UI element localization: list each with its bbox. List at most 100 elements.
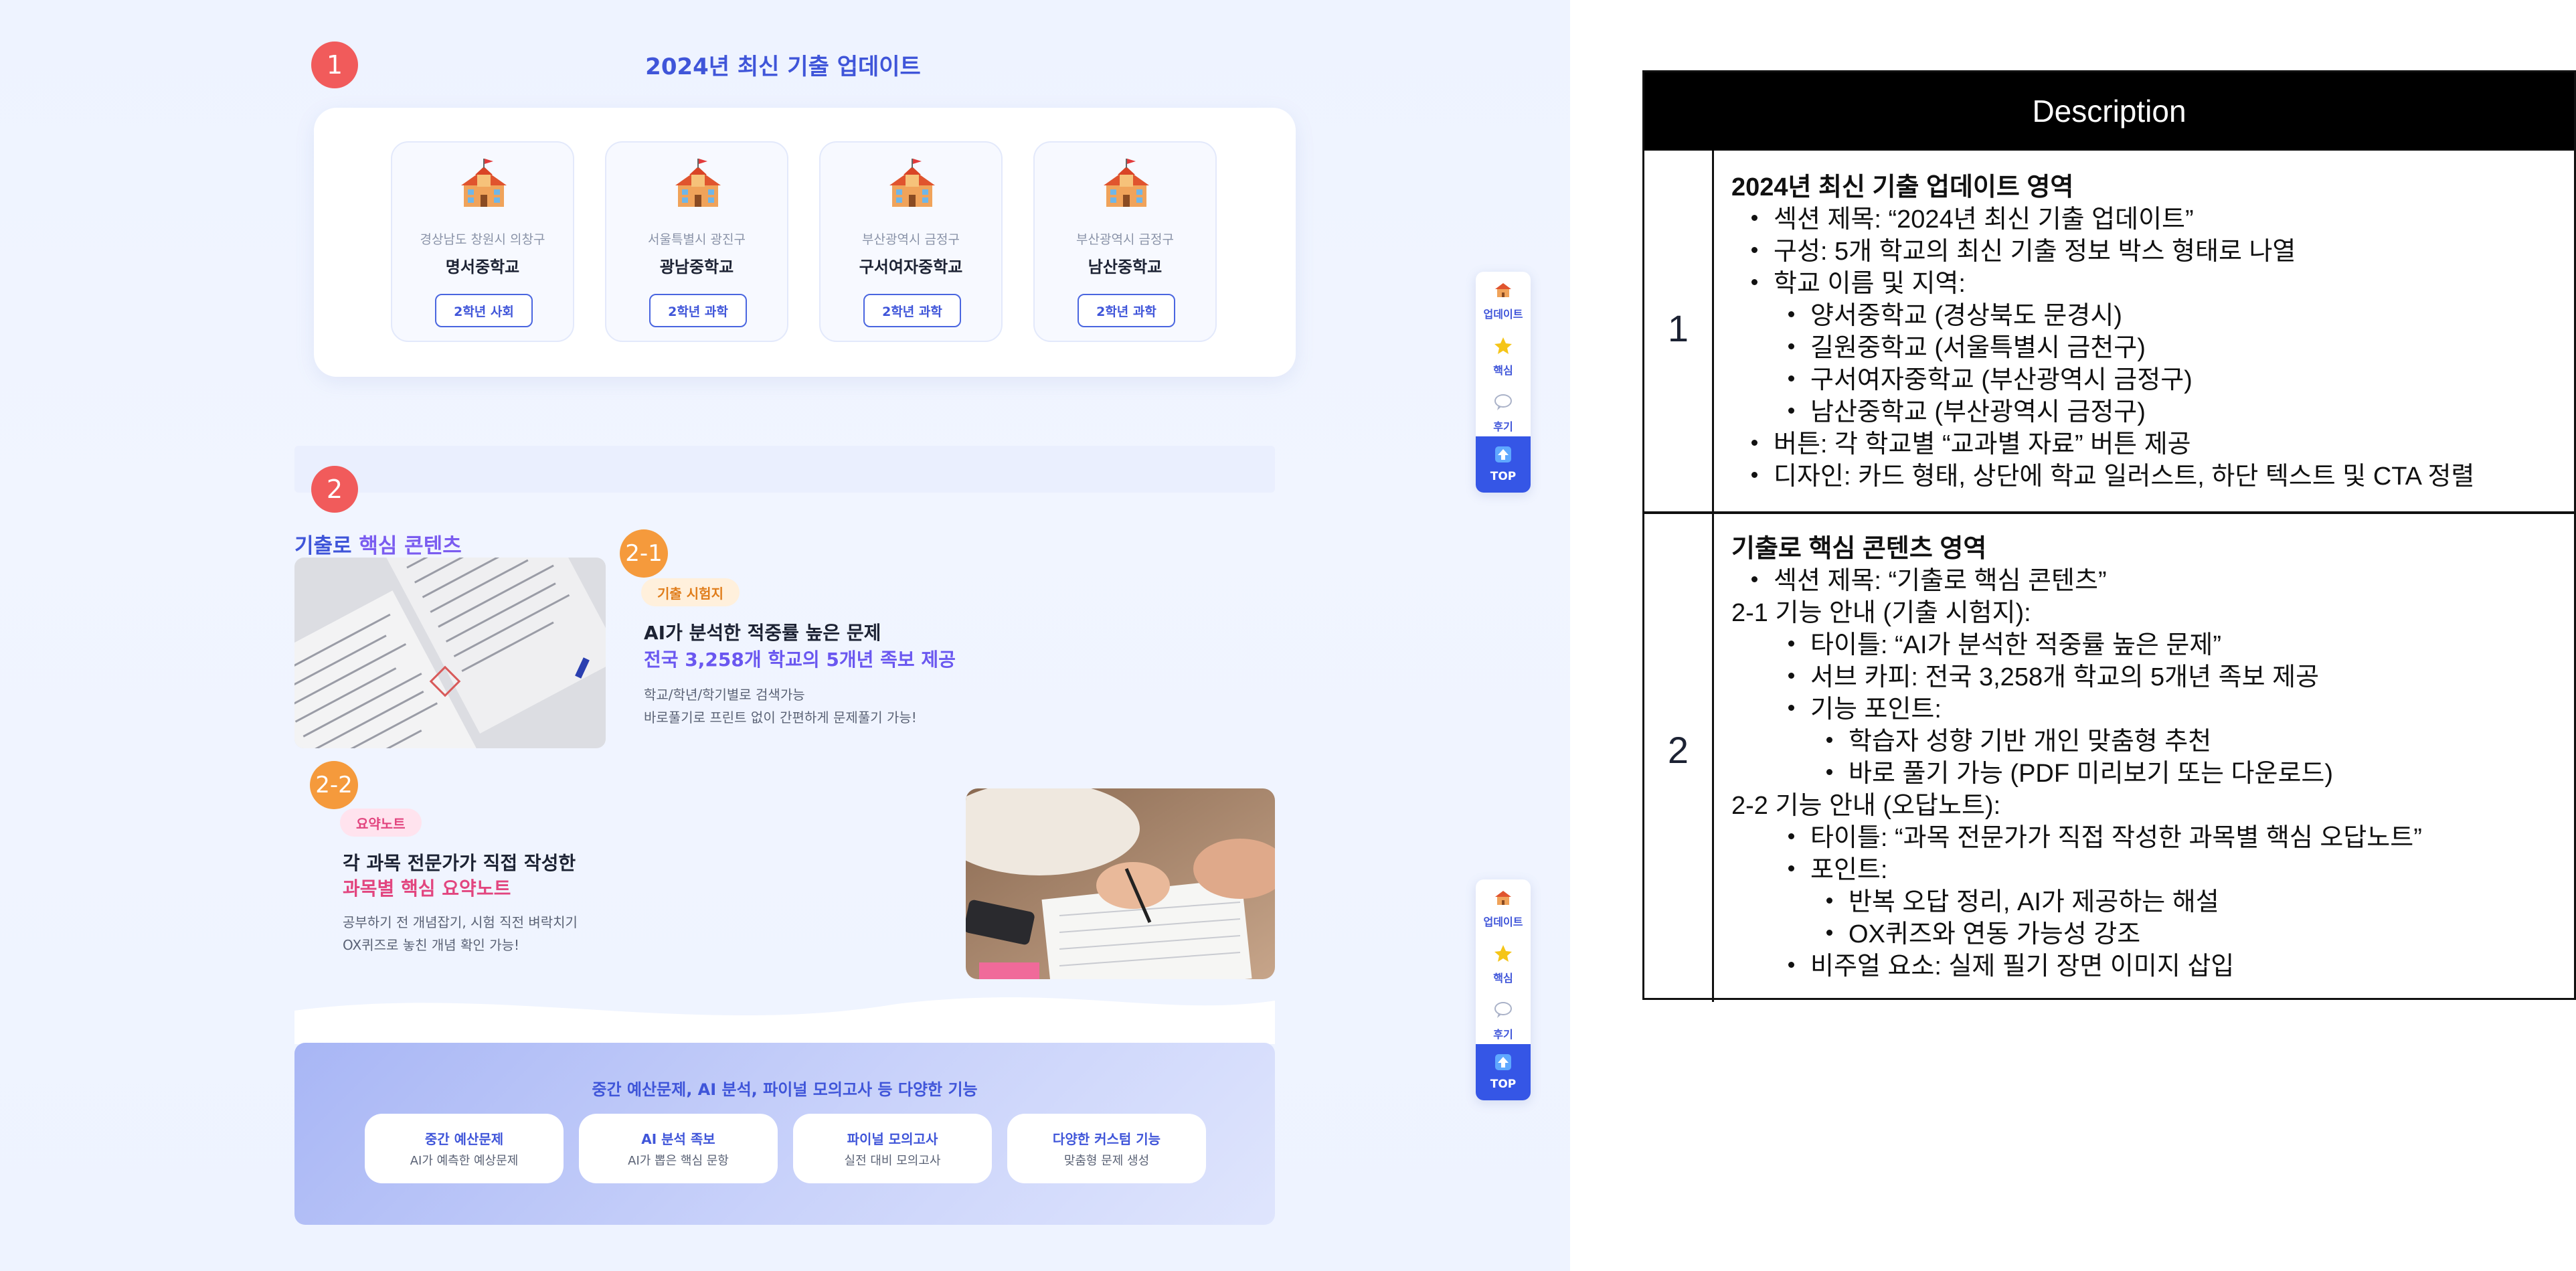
description-header: Description [1644,72,2574,151]
feature-2-subtitle: 과목별 핵심 요약노트 [343,877,511,900]
arrow-up-icon [1495,446,1511,462]
school-name: 명서중학교 [445,258,520,276]
bullet-line: 남산중학교 (부산광역시 금정구) [1788,391,2146,428]
section-divider-band [294,446,1275,493]
scroll-top-button[interactable]: TOP [1476,1044,1531,1100]
scroll-top-label: TOP [1490,470,1517,483]
school-building-icon [461,159,507,207]
row-heading: 2024년 최신 기출 업데이트 영역 [1731,173,2074,201]
nav-item-label: 후기 [1493,420,1513,433]
section-2-title-part2: 핵심 콘텐츠 [351,534,462,558]
school-region: 서울특별시 광진구 [648,232,746,247]
speech-bubble-icon [1494,1002,1512,1018]
school-icon [1495,283,1511,297]
feature-card-desc: 맞춤형 문제 생성 [1063,1154,1150,1168]
bullet-line: 구서여자중학교 (부산광역시 금정구) [1788,359,2193,396]
features-panel-title: 중간 예산문제, AI 분석, 파이널 모의고사 등 다양한 기능 [592,1080,978,1099]
school-name: 구서여자중학교 [859,258,963,276]
features-panel: 중간 예산문제, AI 분석, 파이널 모의고사 등 다양한 기능 중간 예산문… [294,1043,1275,1225]
feature-2-title: 각 과목 전문가가 직접 작성한 [343,852,576,874]
feature-1-title: AI가 분석한 적중률 높은 문제 [644,622,881,644]
bullet-line: 반복 오답 정리, AI가 제공하는 해설 [1826,881,2219,918]
feature-card-name: 중간 예산문제 [424,1131,504,1147]
table-row-divider [1644,511,2574,514]
nav-item-review[interactable]: 후기 [1476,992,1531,1049]
school-region: 부산광역시 금정구 [862,232,960,247]
feature-1-body-line: 바로풀기로 프린트 없이 간편하게 문제풀기 가능! [644,709,917,726]
bullet-line: 타이틀: “AI가 분석한 적중률 높은 문제” [1788,624,2221,661]
feature-card-name: AI 분석 족보 [641,1131,715,1147]
summary-note-tag: 요약노트 [340,809,422,837]
school-subject-button[interactable]: 2학년 사회 [435,294,533,327]
nav-item-review[interactable]: 후기 [1476,384,1531,442]
row-number: 1 [1667,307,1689,349]
feature-card[interactable]: 중간 예산문제 AI가 예측한 예상문제 [365,1114,564,1183]
section-2-title-part1: 기출로 [294,534,352,558]
feature-2-1-badge: 2-1 [620,529,668,578]
section-1-title: 2024년 최신 기출 업데이트 [645,54,921,80]
row-heading: 기출로 핵심 콘텐츠 영역 [1731,535,1987,563]
bullet-line: OX퀴즈와 연동 가능성 강조 [1826,913,2140,950]
nav-item-label: 후기 [1493,1028,1513,1041]
bullet-line: 디자인: 카드 형태, 상단에 학교 일러스트, 하단 텍스트 및 CTA 정렬 [1751,455,2474,492]
floating-side-nav: 업데이트 핵심 후기 TOP [1476,879,1531,1100]
bullet-line: 길원중학교 (서울특별시 금천구) [1788,327,2146,363]
school-card[interactable]: 부산광역시 금정구 구서여자중학교 2학년 과학 [819,141,1003,342]
description-table: Description 1 2024년 최신 기출 업데이트 영역 섹션 제목:… [1642,70,2576,1002]
school-region: 부산광역시 금정구 [1076,232,1174,247]
school-name: 남산중학교 [1088,258,1163,276]
page-canvas: 1 2024년 최신 기출 업데이트 경상남도 창원시 의창구 명서중학교 2학… [0,0,1570,1271]
feature-card-name: 다양한 커스텀 기능 [1052,1131,1161,1147]
subheading-line: 2-1 기능 안내 (기출 시험지): [1731,599,2031,627]
feature-card[interactable]: 파이널 모의고사 실전 대비 모의고사 [793,1114,992,1183]
feature-1-subtitle: 전국 3,258개 학교의 5개년 족보 제공 [644,649,956,671]
bullet-line: 기능 포인트: [1788,688,1942,725]
school-card[interactable]: 서울특별시 광진구 광남중학교 2학년 과학 [605,141,788,342]
feature-card[interactable]: AI 분석 족보 AI가 뽑은 핵심 문항 [579,1114,778,1183]
subheading-line: 2-2 기능 안내 (오답노트): [1731,792,2001,820]
exam-papers-photo [294,558,606,748]
nav-item-label: 업데이트 [1483,916,1523,928]
speech-bubble-icon [1494,394,1512,410]
bullet-line: 학교 이름 및 지역: [1751,262,1966,299]
school-card[interactable]: 경상남도 창원시 의창구 명서중학교 2학년 사회 [391,141,574,342]
school-subject-button[interactable]: 2학년 과학 [649,294,747,327]
school-building-icon [1104,159,1149,207]
nav-item-update[interactable]: 업데이트 [1476,272,1531,329]
feature-card-desc: AI가 뽑은 핵심 문항 [628,1154,729,1168]
nav-item-label: 핵심 [1493,364,1513,377]
feature-card-desc: 실전 대비 모의고사 [844,1154,941,1168]
feature-2-body-line: OX퀴즈로 놓친 개념 확인 가능! [343,937,520,953]
school-name: 광남중학교 [659,258,734,276]
bullet-line: 포인트: [1788,849,1887,885]
nav-item-update[interactable]: 업데이트 [1476,879,1531,937]
bullet-line: 섹션 제목: “기출로 핵심 콘텐츠” [1751,560,2107,596]
section-2-title: 기출로 핵심 콘텐츠 [294,529,462,559]
star-icon [1494,337,1512,354]
nav-item-core[interactable]: 핵심 [1476,936,1531,993]
scroll-top-label: TOP [1490,1078,1517,1091]
feature-card-name: 파이널 모의고사 [847,1131,938,1147]
bullet-line: 버튼: 각 학교별 “교과별 자료” 버튼 제공 [1751,423,2191,460]
feature-card-desc: AI가 예측한 예상문제 [410,1154,519,1168]
arrow-up-icon [1495,1054,1511,1070]
studying-photo [966,788,1275,979]
nav-item-core[interactable]: 핵심 [1476,328,1531,386]
exam-paper-tag: 기출 시험지 [641,578,740,606]
wave-divider [294,997,1275,1044]
school-subject-button[interactable]: 2학년 과학 [863,294,961,327]
feature-card[interactable]: 다양한 커스텀 기능 맞춤형 문제 생성 [1007,1114,1206,1183]
bullet-line: 학습자 성향 기반 개인 맞춤형 추천 [1826,720,2211,757]
nav-item-label: 업데이트 [1483,308,1523,321]
feature-2-body-line: 공부하기 전 개념잡기, 시험 직전 벼락치기 [343,914,578,930]
scroll-top-button[interactable]: TOP [1476,436,1531,493]
school-cards-panel: 경상남도 창원시 의창구 명서중학교 2학년 사회 서울특별시 광진구 광남중학… [314,108,1296,377]
bullet-line: 비주얼 요소: 실제 필기 장면 이미지 삽입 [1788,945,2234,982]
school-icon [1495,891,1511,905]
school-subject-button[interactable]: 2학년 과학 [1078,294,1175,327]
school-building-icon [675,159,721,207]
school-card[interactable]: 부산광역시 금정구 남산중학교 2학년 과학 [1033,141,1217,342]
table-column-divider [1712,151,1714,1002]
floating-side-nav: 업데이트 핵심 후기 TOP [1476,272,1531,493]
bullet-line: 양서중학교 (경상북도 문경시) [1788,294,2122,331]
